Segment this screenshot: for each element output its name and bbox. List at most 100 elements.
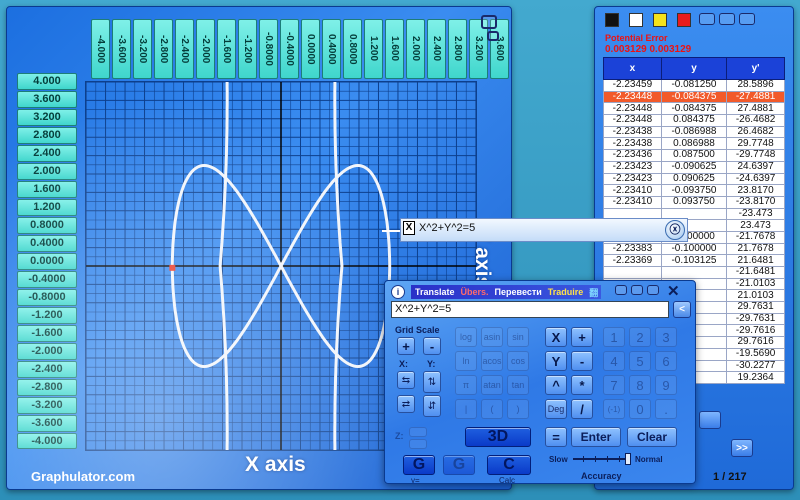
table-row[interactable]: -2.23448 -0.084375 27.4881 bbox=[603, 102, 785, 116]
prev-page-button[interactable] bbox=[699, 411, 721, 429]
potential-error-value: 0.003129 0.003129 bbox=[605, 44, 692, 55]
plus-button[interactable]: + bbox=[571, 327, 593, 347]
digit-button[interactable]: 0 bbox=[629, 399, 651, 419]
digit-button[interactable]: 8 bbox=[629, 375, 651, 395]
calculator-display[interactable]: X^2+Y^2=5 bbox=[391, 301, 669, 318]
table-row[interactable]: -2.23410 0.093750 -23.8170 bbox=[603, 195, 785, 209]
graph-button[interactable]: G bbox=[403, 455, 435, 475]
translate-bar[interactable]: Translate Übers. Перевести Traduire 翻 bbox=[411, 285, 601, 299]
enter-button[interactable]: Enter bbox=[571, 427, 621, 447]
accuracy-slider-thumb[interactable] bbox=[625, 453, 631, 465]
table-row[interactable]: -2.23436 0.087500 -29.7748 bbox=[603, 149, 785, 162]
digit-button[interactable]: 1 bbox=[603, 327, 625, 347]
function-button[interactable]: | bbox=[455, 399, 477, 419]
restore-icon[interactable] bbox=[739, 13, 755, 25]
divide-button[interactable]: / bbox=[571, 399, 593, 419]
maximize-icon[interactable] bbox=[481, 15, 497, 29]
calc-button[interactable]: C bbox=[487, 455, 531, 475]
x-variable-button[interactable]: X bbox=[545, 327, 567, 347]
x-tick-label: -0.8000 bbox=[259, 19, 278, 79]
close-icon[interactable]: ✕ bbox=[667, 282, 680, 300]
digit-button[interactable]: 6 bbox=[655, 351, 677, 371]
accuracy-slider-track[interactable] bbox=[573, 458, 629, 460]
table-row[interactable]: -2.23448 0.084375 -26.4682 bbox=[603, 114, 785, 127]
table-row[interactable]: -2.23383 -0.100000 21.7678 bbox=[603, 242, 785, 256]
x-shrink-button[interactable]: ⇄ bbox=[397, 395, 415, 413]
digit-button[interactable]: 5 bbox=[629, 351, 651, 371]
power-button[interactable]: ^ bbox=[545, 375, 567, 395]
column-header[interactable]: x bbox=[603, 57, 662, 80]
equation-close-icon[interactable]: ⓧ bbox=[665, 220, 685, 240]
restore-icon[interactable] bbox=[647, 285, 659, 295]
table-row[interactable]: -2.23459 -0.081250 28.5896 bbox=[603, 79, 785, 92]
equation-text[interactable]: X^2+Y^2=5 bbox=[419, 222, 475, 234]
y-expand-button[interactable]: ⇅ bbox=[423, 371, 441, 393]
table-cell: 0.090625 bbox=[660, 172, 728, 186]
equation-bar[interactable]: X X^2+Y^2=5 ⓧ bbox=[400, 218, 688, 242]
function-button[interactable]: acos bbox=[481, 351, 503, 371]
translate-ru[interactable]: Перевести bbox=[495, 287, 542, 297]
color-swatch-red[interactable] bbox=[677, 13, 691, 27]
function-button[interactable]: ) bbox=[507, 399, 529, 419]
table-row[interactable]: -2.23438 0.086988 29.7748 bbox=[603, 137, 785, 151]
minus-button[interactable]: - bbox=[571, 351, 593, 371]
table-row[interactable]: -2.23423 0.090625 -24.6397 bbox=[603, 172, 785, 186]
function-button[interactable]: log bbox=[455, 327, 477, 347]
table-row[interactable]: -2.23423 -0.090625 24.6397 bbox=[603, 160, 785, 174]
function-button[interactable]: atan bbox=[481, 375, 503, 395]
function-button[interactable]: tan bbox=[507, 375, 529, 395]
degree-button[interactable]: Deg bbox=[545, 399, 567, 419]
column-header[interactable]: y' bbox=[726, 57, 785, 80]
color-swatch-black[interactable] bbox=[605, 13, 619, 27]
x-tick-label: -2.400 bbox=[175, 19, 194, 79]
function-button[interactable]: cos bbox=[507, 351, 529, 371]
minimize-icon[interactable] bbox=[615, 285, 627, 295]
y-shrink-button[interactable]: ⇵ bbox=[423, 395, 441, 417]
color-swatch-yellow[interactable] bbox=[653, 13, 667, 27]
table-row[interactable]: -2.23410 -0.093750 23.8170 bbox=[603, 184, 785, 197]
table-row[interactable]: -21.6481 bbox=[603, 266, 785, 279]
column-header[interactable]: y bbox=[660, 57, 728, 80]
translate-en[interactable]: Translate bbox=[415, 287, 455, 297]
equals-button[interactable]: = bbox=[545, 427, 567, 447]
digit-button[interactable]: 9 bbox=[655, 375, 677, 395]
table-row[interactable]: -2.23448 -0.084375 -27.4881 bbox=[603, 90, 785, 104]
restore-icon[interactable] bbox=[487, 31, 499, 41]
function-button[interactable]: sin bbox=[507, 327, 529, 347]
multiply-button[interactable]: * bbox=[571, 375, 593, 395]
function-button[interactable]: ln bbox=[455, 351, 477, 371]
x-expand-button[interactable]: ⇆ bbox=[397, 371, 415, 389]
next-page-button[interactable]: >> bbox=[731, 439, 753, 457]
translate-fr[interactable]: Traduire bbox=[548, 287, 584, 297]
maximize-icon[interactable] bbox=[719, 13, 735, 25]
table-row[interactable]: -2.23438 -0.086988 26.4682 bbox=[603, 125, 785, 139]
table-row[interactable]: -2.23369 -0.103125 21.6481 bbox=[603, 254, 785, 267]
maximize-icon[interactable] bbox=[631, 285, 643, 295]
z-shrink-button[interactable] bbox=[409, 439, 427, 449]
digit-button[interactable]: (-1) bbox=[603, 399, 625, 419]
translate-de[interactable]: Übers. bbox=[461, 287, 489, 297]
digit-button[interactable]: . bbox=[655, 399, 677, 419]
slider-tick bbox=[595, 456, 596, 462]
grid-zoom-out-button[interactable]: - bbox=[423, 337, 441, 355]
y-tick-label: -0.8000 bbox=[17, 288, 77, 306]
y-variable-button[interactable]: Y bbox=[545, 351, 567, 371]
backspace-button[interactable]: < bbox=[673, 301, 691, 318]
color-swatch-white[interactable] bbox=[629, 13, 643, 27]
grid-zoom-in-button[interactable]: + bbox=[397, 337, 415, 355]
info-icon[interactable]: i bbox=[391, 285, 405, 299]
digit-button[interactable]: 7 bbox=[603, 375, 625, 395]
function-button[interactable]: asin bbox=[481, 327, 503, 347]
digit-button[interactable]: 2 bbox=[629, 327, 651, 347]
clear-button[interactable]: Clear bbox=[627, 427, 677, 447]
digit-button[interactable]: 4 bbox=[603, 351, 625, 371]
function-button[interactable]: π bbox=[455, 375, 477, 395]
minimize-icon[interactable] bbox=[699, 13, 715, 25]
graph-secondary-button[interactable]: G bbox=[443, 455, 475, 475]
translate-cn[interactable]: 翻 bbox=[589, 286, 598, 299]
digit-button[interactable]: 3 bbox=[655, 327, 677, 347]
3d-button[interactable]: 3D bbox=[465, 427, 531, 447]
z-expand-button[interactable] bbox=[409, 427, 427, 437]
equation-toggle-checkbox[interactable]: X bbox=[403, 221, 415, 235]
function-button[interactable]: ( bbox=[481, 399, 503, 419]
